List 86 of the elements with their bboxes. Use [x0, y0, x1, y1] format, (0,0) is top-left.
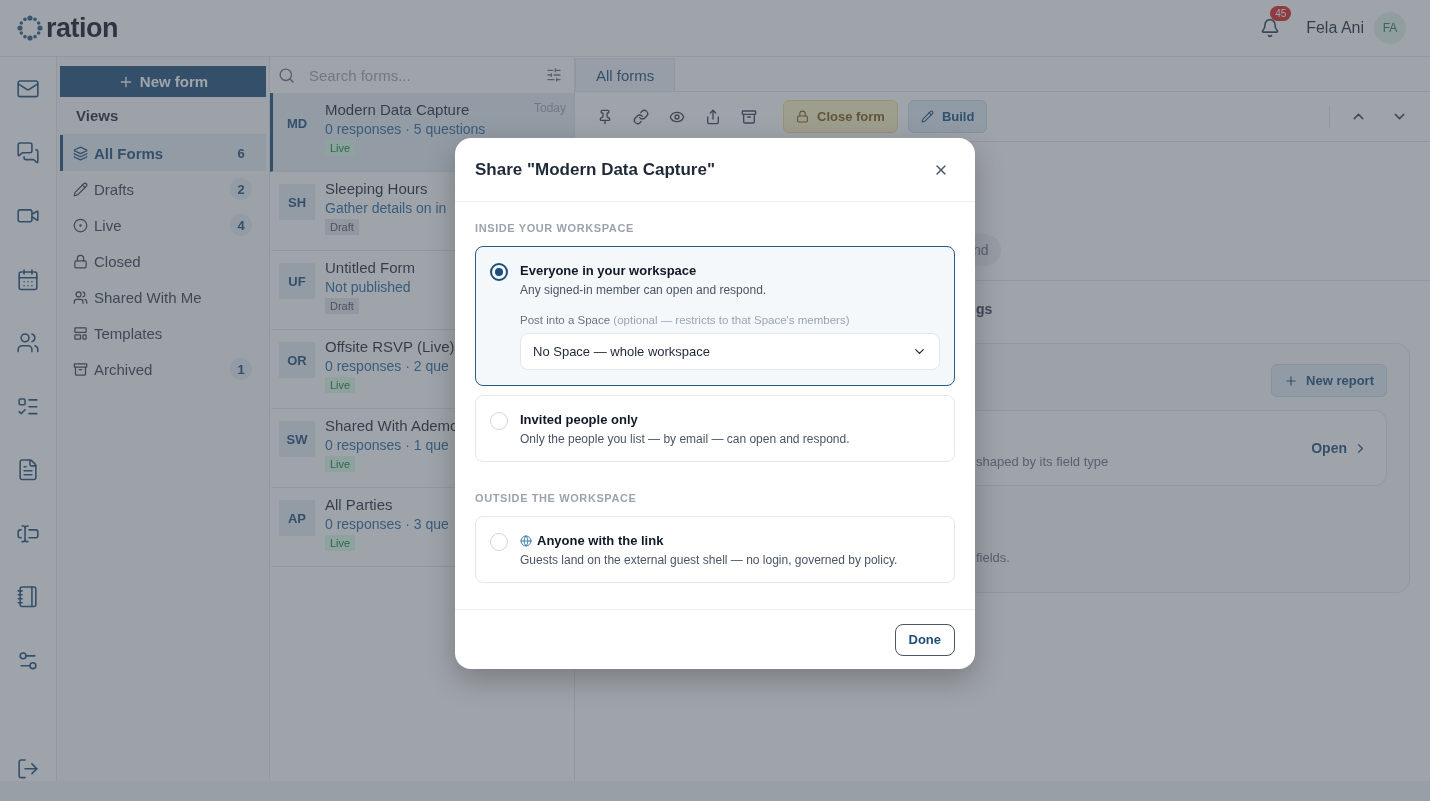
- form-subtitle: 0 responses · 2 que: [325, 358, 449, 374]
- share-icon[interactable]: [705, 108, 721, 125]
- note-text: fields.: [976, 550, 1010, 565]
- status-tag: Live: [325, 456, 356, 472]
- template-icon: [73, 325, 88, 341]
- form-title: All Parties: [325, 496, 393, 513]
- view-item[interactable]: Live 4: [60, 207, 266, 243]
- space-select[interactable]: No Space — whole workspace: [520, 333, 940, 370]
- form-subtitle: 0 responses · 1 que: [325, 437, 449, 453]
- tab[interactable]: All forms: [575, 58, 676, 91]
- people-icon[interactable]: [16, 331, 40, 355]
- view-item[interactable]: Templates: [60, 315, 266, 351]
- chat-icon[interactable]: [16, 140, 40, 165]
- option-label: Everyone in your workspace: [520, 263, 697, 278]
- status-tag: Live: [325, 535, 356, 551]
- link-icon[interactable]: [633, 108, 649, 125]
- layers-icon: [73, 145, 88, 161]
- plus-icon: [1284, 373, 1299, 388]
- form-title: Untitled Form: [325, 259, 416, 276]
- logo-text: ration: [46, 12, 118, 44]
- section-heading: gs: [976, 301, 993, 317]
- form-subtitle: Not published: [325, 279, 411, 295]
- people-icon: [73, 289, 88, 305]
- logo-icon: [16, 14, 44, 42]
- done-button[interactable]: Done: [894, 623, 955, 656]
- option-description: Guests land on the external guest shell — no login, governed by policy.: [520, 553, 899, 567]
- form-subtitle: 0 responses · 5 questions: [325, 121, 486, 137]
- form-title: Offsite RSVP (Live): [325, 338, 455, 355]
- form-subtitle: 0 responses · 3 que: [325, 516, 449, 532]
- archive-icon[interactable]: [741, 108, 757, 125]
- notification-badge: 45: [1270, 6, 1292, 21]
- section-label: OUTSIDE THE WORKSPACE: [475, 492, 638, 504]
- form-initials: AP: [279, 500, 315, 536]
- option-description: Only the people you list — by email — can open and respond.: [520, 432, 851, 446]
- view-item[interactable]: All Forms 6: [60, 135, 266, 171]
- archive-icon: [73, 361, 88, 377]
- lock-icon: [796, 110, 809, 123]
- count-badge: 4: [230, 214, 252, 236]
- search-icon: [278, 66, 295, 84]
- view-item[interactable]: Shared With Me: [60, 279, 266, 315]
- status-tag: Live: [325, 140, 356, 156]
- status-tag: Live: [325, 377, 356, 393]
- circle-dot-icon: [73, 217, 88, 233]
- lock-icon: [73, 253, 88, 269]
- space-label: Post into a Space (optional — restricts to that Space's members): [520, 314, 851, 326]
- logout-icon[interactable]: [16, 757, 40, 781]
- pin-icon[interactable]: [597, 108, 613, 125]
- option-label: Anyone with the link: [537, 533, 664, 548]
- report-description: shaped by its field type: [976, 453, 1109, 469]
- form-subtitle: Gather details on in: [325, 200, 447, 216]
- count-badge: 1: [230, 358, 252, 380]
- view-item[interactable]: Closed: [60, 243, 266, 279]
- new-report-button[interactable]: New report: [1271, 364, 1387, 397]
- form-initials: OR: [279, 342, 315, 378]
- globe-icon: [520, 534, 532, 547]
- document-icon[interactable]: [16, 458, 40, 482]
- bell-icon[interactable]: [1260, 18, 1281, 38]
- share-option[interactable]: Invited people only Only the people you list — by email — can open and respond.: [475, 395, 955, 462]
- pencil-icon: [73, 181, 88, 197]
- option-description: Any signed-in member can open and respond.: [520, 283, 768, 297]
- form-title: Modern Data Capture: [325, 101, 470, 118]
- form-initials: SH: [279, 184, 315, 220]
- open-link[interactable]: Open: [1311, 440, 1368, 456]
- close-form-button[interactable]: Close form: [783, 100, 898, 133]
- form-title: Sleeping Hours: [325, 180, 428, 197]
- view-item[interactable]: Drafts 2: [60, 171, 266, 207]
- status-tag: Draft: [325, 298, 359, 314]
- view-item[interactable]: Archived 1: [60, 351, 266, 387]
- build-button[interactable]: Build: [907, 100, 988, 133]
- user-name: Fela Ani: [1306, 19, 1364, 37]
- user-avatar[interactable]: FA: [1374, 12, 1406, 44]
- pencil-icon: [920, 110, 934, 123]
- dialog-title: Share "Modern Data Capture": [475, 159, 715, 180]
- notebook-icon[interactable]: [16, 585, 40, 609]
- calendar-icon[interactable]: [16, 267, 40, 292]
- status-tag: Draft: [325, 219, 359, 235]
- option-label: Invited people only: [520, 412, 638, 427]
- share-option[interactable]: Anyone with the link Guests land on the external guest shell — no login, governed by policy.: [475, 516, 955, 583]
- form-initials: UF: [279, 263, 315, 299]
- section-label: INSIDE YOUR WORKSPACE: [475, 222, 635, 234]
- new-form-button[interactable]: New form: [60, 66, 266, 97]
- count-badge: 2: [230, 178, 252, 200]
- share-option[interactable]: Everyone in your workspace Any signed-in member can open and respond. Post into a Space (optional — restricts to that Space's members) No Space — whole workspace: [475, 246, 955, 386]
- form-initials: SW: [279, 421, 315, 457]
- radio-button[interactable]: [490, 263, 508, 281]
- filter-icon[interactable]: [546, 67, 562, 83]
